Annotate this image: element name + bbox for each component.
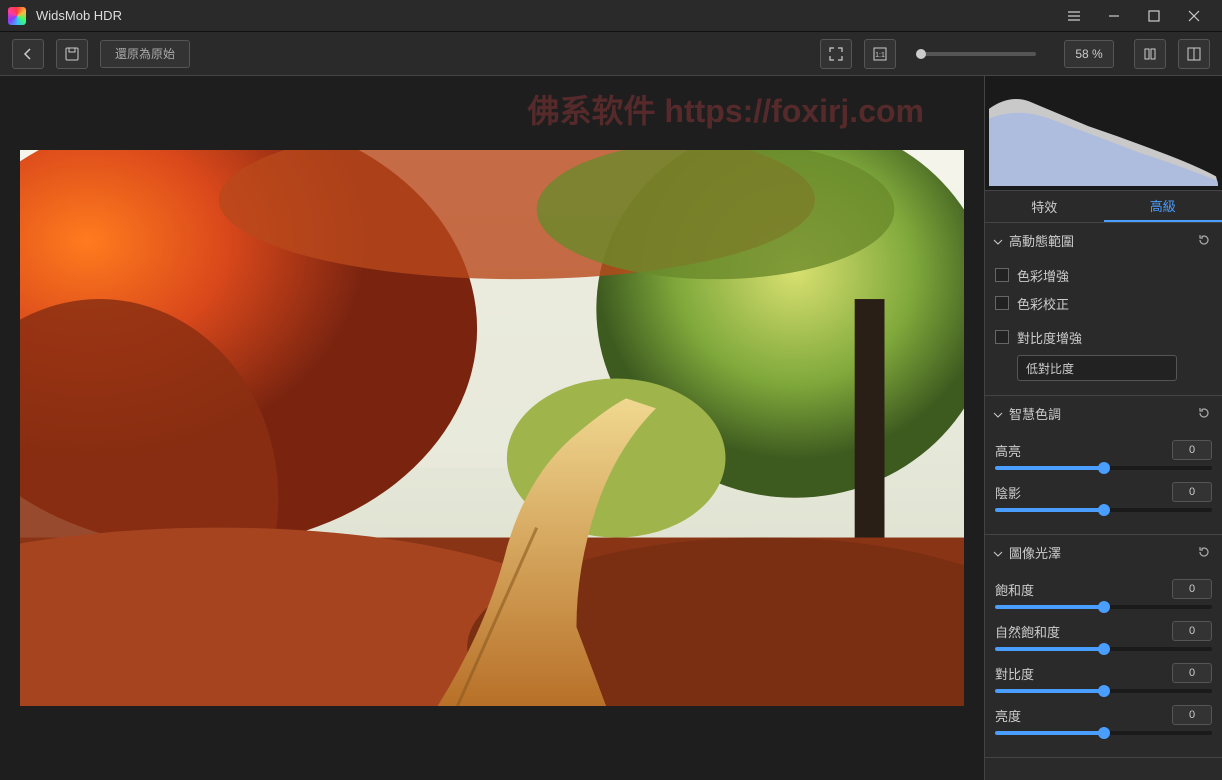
sidebar: 特效 高級 高動態範圍 色彩增強 色彩校正 <box>984 76 1222 780</box>
label-contrast-enhance: 對比度增強 <box>1017 328 1082 347</box>
slider-saturation-group: 飽和度 0 <box>995 579 1212 609</box>
slider-contrast-group: 對比度 0 <box>995 663 1212 693</box>
select-contrast-level[interactable]: 低對比度 <box>1017 355 1177 381</box>
label-shadow: 陰影 <box>995 483 1021 502</box>
select-contrast-value: 低對比度 <box>1026 360 1074 377</box>
zoom-slider-thumb[interactable] <box>916 49 926 59</box>
fit-screen-button[interactable] <box>820 39 852 69</box>
slider-brightness-group: 亮度 0 <box>995 705 1212 735</box>
slider-highlight[interactable] <box>995 466 1212 470</box>
checkbox-color-enhance[interactable] <box>995 268 1009 282</box>
section-hdr-range: 高動態範圍 色彩增強 色彩校正 對比度增強 <box>985 223 1222 396</box>
back-button[interactable] <box>12 39 44 69</box>
close-button[interactable] <box>1174 2 1214 30</box>
section-title-hdr: 高動態範圍 <box>1009 231 1194 250</box>
checkbox-color-correct-row: 色彩校正 <box>995 289 1212 317</box>
zoom-value-display[interactable]: 58 % <box>1064 40 1114 68</box>
before-after-button[interactable] <box>1134 39 1166 69</box>
slider-shadow-group: 陰影 0 <box>995 482 1212 512</box>
histogram-panel <box>985 76 1222 191</box>
image-preview <box>20 150 964 706</box>
menu-button[interactable] <box>1054 2 1094 30</box>
app-logo-icon <box>8 7 26 25</box>
watermark-text: 佛系软件 https://foxirj.com <box>528 86 924 132</box>
slider-saturation[interactable] <box>995 605 1212 609</box>
checkbox-color-correct[interactable] <box>995 296 1009 310</box>
compare-split-button[interactable] <box>1178 39 1210 69</box>
toolbar: 還原為原始 1:1 58 % <box>0 32 1222 76</box>
value-contrast[interactable]: 0 <box>1172 663 1212 683</box>
reset-gloss-button[interactable] <box>1194 542 1214 562</box>
label-highlight: 高亮 <box>995 441 1021 460</box>
save-button[interactable] <box>56 39 88 69</box>
slider-brightness[interactable] <box>995 731 1212 735</box>
slider-highlight-group: 高亮 0 <box>995 440 1212 470</box>
value-saturation[interactable]: 0 <box>1172 579 1212 599</box>
slider-vibrance-group: 自然飽和度 0 <box>995 621 1212 651</box>
titlebar: WidsMob HDR <box>0 0 1222 32</box>
section-image-gloss: 圖像光澤 飽和度 0 自然飽和度 0 <box>985 535 1222 758</box>
slider-shadow[interactable] <box>995 508 1212 512</box>
chevron-down-icon <box>993 235 1003 245</box>
value-brightness[interactable]: 0 <box>1172 705 1212 725</box>
minimize-button[interactable] <box>1094 2 1134 30</box>
section-header-smart-tone[interactable]: 智慧色調 <box>985 396 1222 430</box>
actual-size-button[interactable]: 1:1 <box>864 39 896 69</box>
chevron-down-icon <box>993 547 1003 557</box>
slider-contrast[interactable] <box>995 689 1212 693</box>
tab-effects[interactable]: 特效 <box>985 191 1104 222</box>
main-area: 佛系软件 https://foxirj.com <box>0 76 1222 780</box>
section-title-smart-tone: 智慧色調 <box>1009 404 1194 423</box>
reset-to-original-button[interactable]: 還原為原始 <box>100 40 190 68</box>
value-highlight[interactable]: 0 <box>1172 440 1212 460</box>
label-contrast: 對比度 <box>995 664 1034 683</box>
label-vibrance: 自然飽和度 <box>995 622 1060 641</box>
label-brightness: 亮度 <box>995 706 1021 725</box>
value-shadow[interactable]: 0 <box>1172 482 1212 502</box>
slider-shadow-thumb[interactable] <box>1098 504 1110 516</box>
value-vibrance[interactable]: 0 <box>1172 621 1212 641</box>
label-color-enhance: 色彩增強 <box>1017 266 1069 285</box>
maximize-button[interactable] <box>1134 2 1174 30</box>
slider-brightness-thumb[interactable] <box>1098 727 1110 739</box>
zoom-slider[interactable] <box>916 52 1036 56</box>
image-canvas[interactable]: 佛系软件 https://foxirj.com <box>0 76 984 780</box>
svg-text:1:1: 1:1 <box>875 52 885 59</box>
section-header-hdr[interactable]: 高動態範圍 <box>985 223 1222 257</box>
checkbox-contrast-enhance-row: 對比度增強 <box>995 323 1212 351</box>
label-saturation: 飽和度 <box>995 580 1034 599</box>
section-header-gloss[interactable]: 圖像光澤 <box>985 535 1222 569</box>
slider-vibrance-thumb[interactable] <box>1098 643 1110 655</box>
slider-contrast-thumb[interactable] <box>1098 685 1110 697</box>
tab-advanced[interactable]: 高級 <box>1104 191 1222 222</box>
chevron-down-icon <box>993 408 1003 418</box>
reset-smart-tone-button[interactable] <box>1194 403 1214 423</box>
reset-hdr-button[interactable] <box>1194 230 1214 250</box>
slider-vibrance[interactable] <box>995 647 1212 651</box>
window-controls <box>1054 2 1214 30</box>
slider-saturation-thumb[interactable] <box>1098 601 1110 613</box>
slider-highlight-thumb[interactable] <box>1098 462 1110 474</box>
app-title: WidsMob HDR <box>36 8 1054 23</box>
section-smart-tone: 智慧色調 高亮 0 陰影 0 <box>985 396 1222 535</box>
checkbox-color-enhance-row: 色彩增強 <box>995 261 1212 289</box>
sidebar-tabs: 特效 高級 <box>985 191 1222 223</box>
section-title-gloss: 圖像光澤 <box>1009 543 1194 562</box>
label-color-correct: 色彩校正 <box>1017 294 1069 313</box>
checkbox-contrast-enhance[interactable] <box>995 330 1009 344</box>
